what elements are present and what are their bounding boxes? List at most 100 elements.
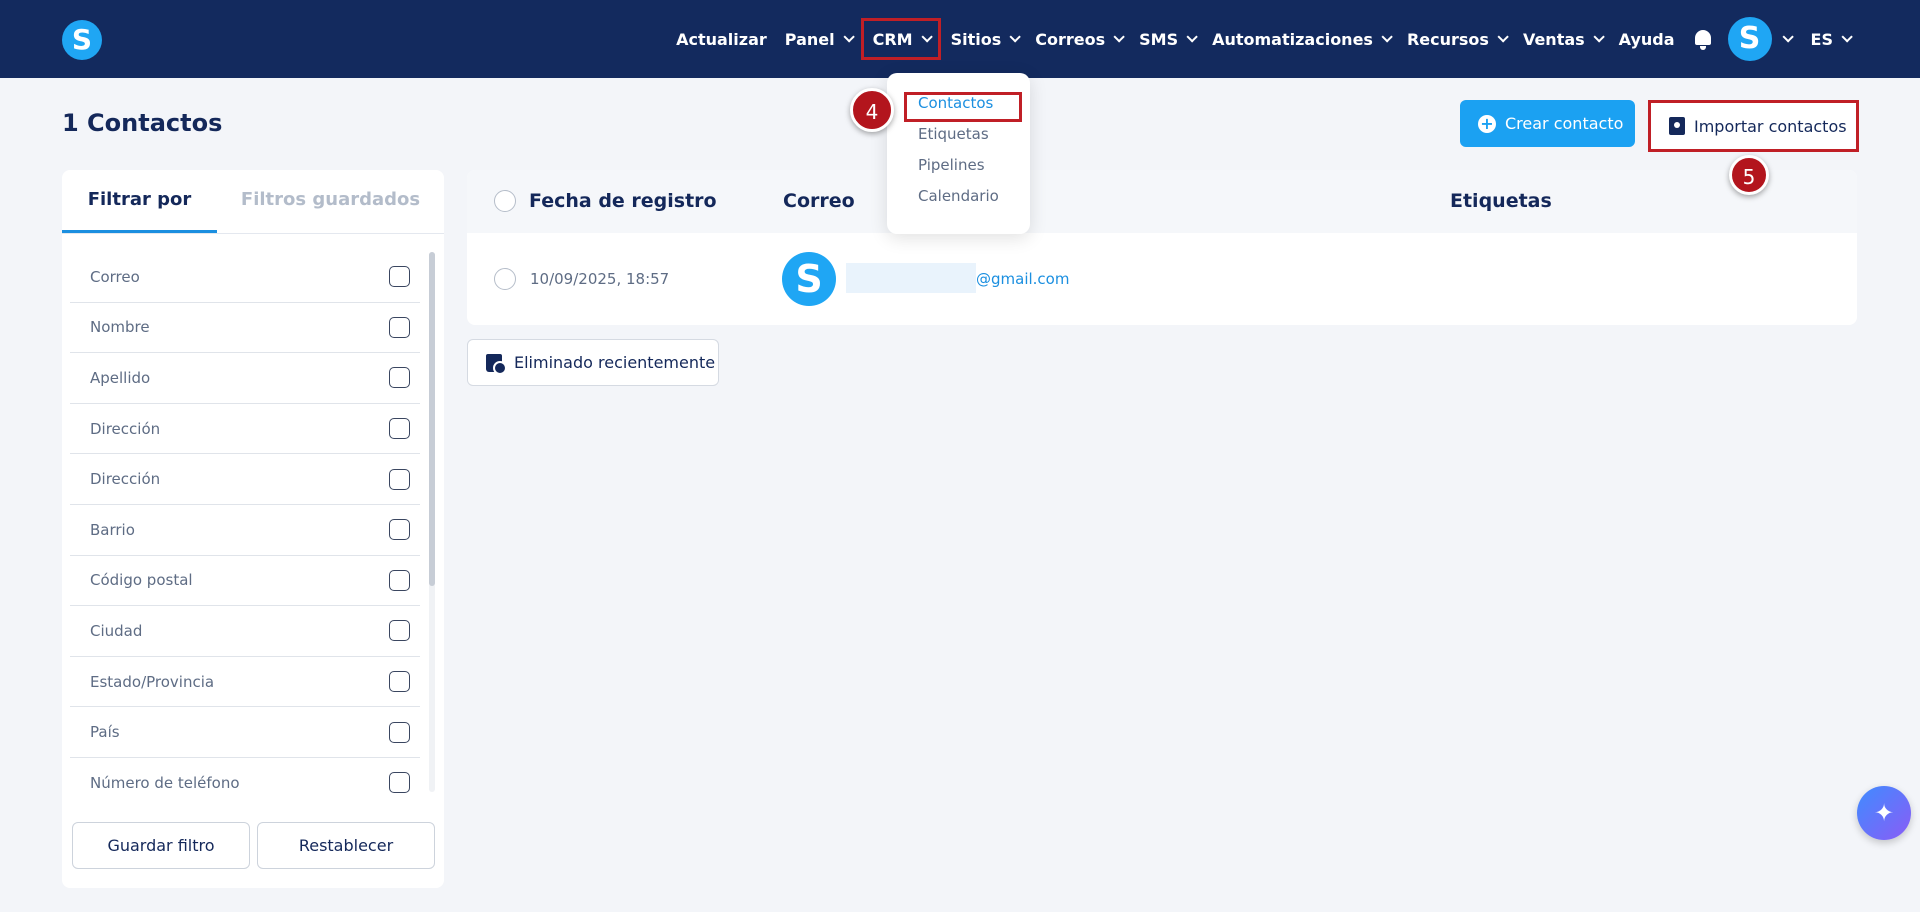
nav-actualizar[interactable]: Actualizar (667, 20, 776, 58)
header-fecha-registro[interactable]: Fecha de registro (529, 190, 717, 212)
redacted-email-prefix (846, 263, 976, 293)
nav-label: Ayuda (1618, 29, 1675, 49)
sparkle-icon[interactable]: ✦ (1857, 786, 1911, 840)
filter-label: Estado/Provincia (90, 672, 215, 691)
filter-row-pais[interactable]: País (70, 707, 420, 758)
nav-panel[interactable]: Panel (776, 20, 860, 58)
contact-card-icon (1669, 117, 1685, 135)
nav-sitios[interactable]: Sitios (942, 20, 1027, 58)
nav-label: Panel (784, 29, 835, 49)
recently-deleted-button[interactable]: Eliminado recientemente (467, 339, 719, 386)
nav-crm[interactable]: CRM (860, 18, 941, 60)
checkbox[interactable] (389, 468, 410, 490)
filter-tabs: Filtrar por Filtros guardados (62, 170, 444, 234)
chevron-down-icon (843, 31, 855, 43)
filter-panel: Filtrar por Filtros guardados Correo Nom… (62, 170, 444, 888)
filter-row-barrio[interactable]: Barrio (70, 505, 420, 556)
contact-email[interactable]: @gmail.com (976, 270, 1069, 288)
table-header: Fecha de registro Correo Etiquetas (467, 170, 1857, 233)
reset-filter-button[interactable]: Restablecer (257, 822, 435, 869)
import-contacts-label: Importar contactos (1694, 116, 1847, 136)
chevron-down-icon (1841, 31, 1853, 43)
filter-row-telefono[interactable]: Número de teléfono (70, 758, 420, 800)
filter-label: Número de teléfono (90, 773, 240, 792)
filter-field-list: Correo Nombre Apellido Dirección Direcci… (70, 252, 428, 800)
filter-label: Código postal (90, 571, 193, 590)
checkbox[interactable] (389, 620, 410, 642)
crm-dropdown-menu: Contactos Etiquetas Pipelines Calendario (887, 73, 1030, 234)
checkbox[interactable] (389, 367, 410, 389)
import-contacts-button[interactable]: Importar contactos (1648, 100, 1859, 152)
nav-label: Automatizaciones (1212, 29, 1373, 49)
filter-row-codigo-postal[interactable]: Código postal (70, 556, 420, 607)
filter-row-direccion-2[interactable]: Dirección (70, 454, 420, 505)
checkbox[interactable] (389, 721, 410, 743)
filter-label: País (90, 723, 120, 742)
nav-correos[interactable]: Correos (1026, 20, 1130, 58)
menu-item-calendario[interactable]: Calendario (918, 186, 1030, 217)
filter-scrollbar-thumb[interactable] (429, 252, 435, 586)
filter-row-apellido[interactable]: Apellido (70, 353, 420, 404)
create-contact-button[interactable]: + Crear contacto (1460, 100, 1635, 147)
filter-label: Ciudad (90, 621, 143, 640)
filter-row-correo[interactable]: Correo (70, 252, 420, 303)
row-date: 10/09/2025, 18:57 (530, 270, 670, 288)
chevron-down-icon (1593, 31, 1605, 43)
nav-ventas[interactable]: Ventas (1514, 20, 1610, 58)
top-navbar: S Actualizar Panel CRM Sitios Correos SM… (0, 0, 1920, 78)
checkbox[interactable] (389, 266, 410, 288)
row-select-radio[interactable] (494, 268, 516, 290)
filter-label: Dirección (90, 470, 161, 489)
chevron-down-icon (1186, 31, 1198, 43)
nav-label: CRM (872, 29, 913, 49)
nav-label: SMS (1139, 29, 1179, 49)
step-marker-5: 5 (1729, 155, 1769, 195)
nav-automatizaciones[interactable]: Automatizaciones (1203, 20, 1398, 58)
page-title: 1 Contactos (62, 109, 223, 137)
filter-label: Nombre (90, 318, 150, 337)
tab-filtros-guardados[interactable]: Filtros guardados (217, 170, 444, 233)
select-all-radio[interactable] (494, 190, 516, 212)
filter-row-nombre[interactable]: Nombre (70, 303, 420, 354)
chevron-down-icon[interactable] (1782, 31, 1794, 43)
nav-label: Recursos (1406, 29, 1489, 49)
menu-item-pipelines[interactable]: Pipelines (918, 155, 1030, 186)
filter-label: Barrio (90, 520, 135, 539)
filter-label: Apellido (90, 368, 151, 387)
checkbox[interactable] (389, 671, 410, 693)
nav-label: Actualizar (676, 29, 767, 49)
create-contact-label: Crear contacto (1505, 114, 1624, 133)
save-filter-button[interactable]: Guardar filtro (72, 822, 250, 869)
chevron-down-icon (1497, 31, 1509, 43)
nav-label: Ventas (1522, 29, 1585, 49)
nav-ayuda[interactable]: Ayuda (1610, 20, 1684, 58)
user-avatar[interactable]: S (1727, 17, 1772, 61)
filter-row-direccion[interactable]: Dirección (70, 404, 420, 455)
menu-item-contactos[interactable]: Contactos (918, 93, 1030, 124)
filter-label: Dirección (90, 419, 161, 438)
chevron-down-icon (1113, 31, 1125, 43)
checkbox[interactable] (389, 418, 410, 440)
app-logo[interactable]: S (62, 20, 102, 60)
chevron-down-icon (921, 31, 933, 43)
checkbox[interactable] (389, 772, 410, 794)
language-selector[interactable]: ES (1802, 20, 1858, 58)
nav-recursos[interactable]: Recursos (1398, 20, 1514, 58)
recently-deleted-label: Eliminado recientemente (514, 353, 716, 372)
nav-label: Sitios (950, 29, 1002, 49)
filter-row-estado[interactable]: Estado/Provincia (70, 657, 420, 708)
header-etiquetas[interactable]: Etiquetas (1450, 190, 1552, 212)
menu-item-etiquetas[interactable]: Etiquetas (918, 124, 1030, 155)
checkbox[interactable] (389, 569, 410, 591)
nav-sms[interactable]: SMS (1130, 20, 1203, 58)
language-label: ES (1810, 29, 1833, 49)
checkbox[interactable] (389, 519, 410, 541)
bell-icon[interactable] (1692, 27, 1714, 51)
filter-row-ciudad[interactable]: Ciudad (70, 606, 420, 657)
filter-label: Correo (90, 267, 140, 286)
step-marker-4: 4 (850, 88, 894, 132)
checkbox[interactable] (389, 316, 410, 338)
header-correo[interactable]: Correo (783, 190, 855, 212)
plus-circle-icon: + (1478, 114, 1496, 133)
tab-filtrar-por[interactable]: Filtrar por (62, 170, 217, 233)
